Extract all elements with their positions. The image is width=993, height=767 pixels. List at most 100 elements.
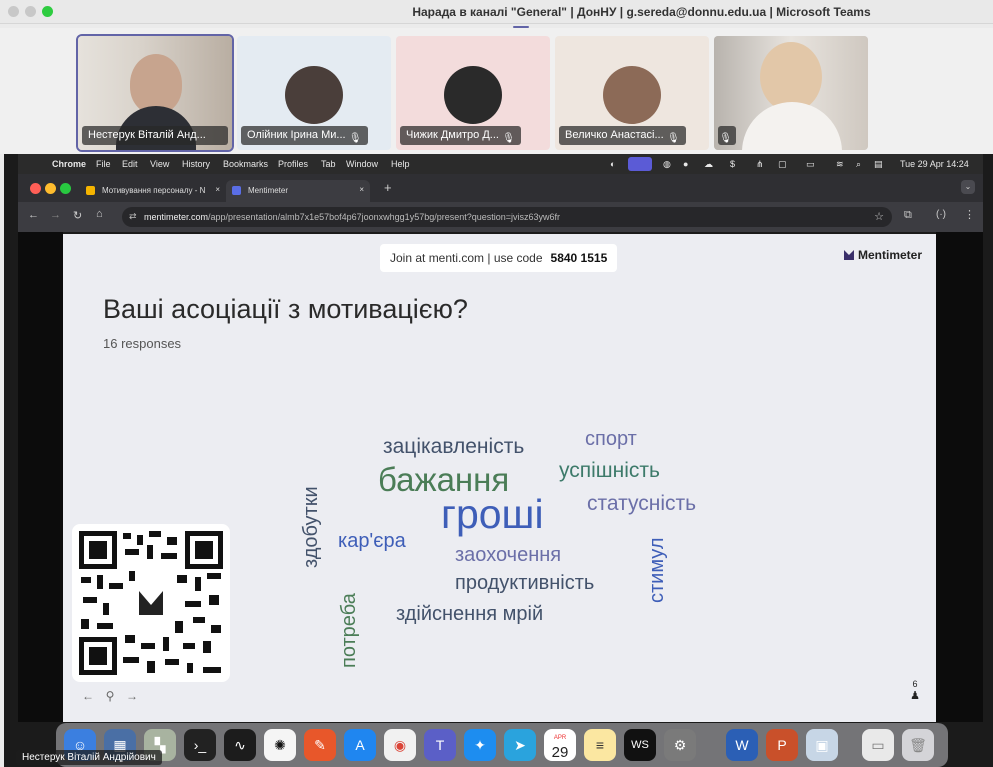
preview-icon[interactable]: ▣ <box>806 729 838 761</box>
site-settings-icon[interactable]: ⇄ <box>129 211 137 222</box>
menu-help[interactable]: Help <box>391 159 410 169</box>
participant-name: 🎙 <box>718 126 736 145</box>
hint-icon[interactable]: ⚲ <box>99 689 121 703</box>
slide-navigation: ← ⚲ → <box>77 689 143 703</box>
browser-minimize-button[interactable] <box>45 183 56 194</box>
pen-app-icon[interactable]: ✎ <box>304 729 336 761</box>
mac-dock: ☺ ▦ ▚ ›_ ∿ ✺ ✎ A ◉ T ✦ ➤ APR 29 ≡ WS ⚙ W… <box>56 723 948 767</box>
terminal-icon[interactable]: ›_ <box>184 729 216 761</box>
participant-face <box>130 54 182 114</box>
reload-icon[interactable]: ↻ <box>73 209 82 222</box>
mentimeter-logo: Mentimeter <box>843 248 922 262</box>
participant-tile[interactable]: Нестерук Віталій Анд... <box>76 34 234 152</box>
mic-muted-icon: 🎙 <box>502 133 515 144</box>
question-title: Ваші асоціації з мотивацією? <box>103 294 468 324</box>
participant-tile[interactable]: Чижик Дмитро Д... 🎙 <box>396 36 550 150</box>
menu-edit[interactable]: Edit <box>122 159 138 169</box>
tab-mentimeter[interactable]: Mentimeter × <box>226 180 370 202</box>
teams-icon[interactable]: T <box>424 729 456 761</box>
mentimeter-favicon-icon <box>232 186 241 195</box>
extensions-icon[interactable]: ⧉ <box>904 209 912 222</box>
word-zatsikavlenist: зацікавленість <box>383 435 525 458</box>
menu-history[interactable]: History <box>182 159 210 169</box>
back-icon[interactable]: ← <box>28 209 39 221</box>
menu-tab[interactable]: Tab <box>321 159 336 169</box>
presenter-name: Нестерук Віталій Андрійович <box>16 750 162 765</box>
address-bar[interactable]: ⇄ mentimeter.com/app/presentation/almb7x… <box>122 207 892 227</box>
status-icon[interactable]: ● <box>683 159 688 169</box>
join-text: Join at menti.com | use code <box>390 251 543 265</box>
tab-label: Mentimeter <box>248 186 289 195</box>
previous-slide-icon[interactable]: ← <box>77 689 99 703</box>
menu-profiles[interactable]: Profiles <box>278 159 308 169</box>
control-center-icon[interactable]: ▤ <box>874 159 883 170</box>
mic-muted-icon: 🎙 <box>666 133 680 144</box>
menu-bookmarks[interactable]: Bookmarks <box>223 159 268 169</box>
more-menu-icon[interactable]: ⋮ <box>964 208 975 221</box>
home-icon[interactable]: ⌂ <box>96 208 103 220</box>
search-icon[interactable]: ⌕ <box>856 159 861 170</box>
menu-chrome[interactable]: Chrome <box>52 159 86 169</box>
status-icon[interactable]: ◐ <box>610 159 615 169</box>
telegram-icon[interactable]: ➤ <box>504 729 536 761</box>
status-icon[interactable]: ⋔ <box>756 159 764 170</box>
notes-icon[interactable]: ≡ <box>584 729 616 761</box>
word-produktyvnist: продуктивність <box>455 572 595 594</box>
new-tab-icon[interactable]: + <box>384 180 392 195</box>
chrome-icon[interactable]: ◉ <box>384 729 416 761</box>
word-kariera: кар'єра <box>338 530 406 552</box>
activity-monitor-icon[interactable]: ∿ <box>224 729 256 761</box>
calendar-day: 29 <box>551 744 569 761</box>
status-icon[interactable]: ◍ <box>663 159 671 170</box>
window-titlebar: Нарада в каналі "General" | ДонНУ | g.se… <box>0 0 993 24</box>
powerpoint-icon[interactable]: P <box>766 729 798 761</box>
word-icon[interactable]: W <box>726 729 758 761</box>
menubar-clock[interactable]: Tue 29 Apr 14:24 <box>900 159 969 169</box>
word-potreba: потреба <box>338 593 360 668</box>
status-icon[interactable]: $ <box>730 159 735 169</box>
webstorm-icon[interactable]: WS <box>624 729 656 761</box>
join-qr-code[interactable] <box>72 524 230 682</box>
app-store-icon[interactable]: A <box>344 729 376 761</box>
mac-menubar: Chrome File Edit View History Bookmarks … <box>18 154 983 174</box>
media-icon[interactable]: (·) <box>936 209 946 220</box>
tab-google-slides[interactable]: Мотивування персоналу - N × <box>80 180 224 202</box>
participant-tile[interactable]: Величко Анастасі... 🎙 <box>555 36 709 150</box>
word-zaokhochennya: заохочення <box>455 544 562 566</box>
browser-zoom-button[interactable] <box>60 183 71 194</box>
menu-window[interactable]: Window <box>346 159 378 169</box>
participant-name: Чижик Дмитро Д... 🎙 <box>400 126 521 145</box>
avatar <box>444 66 502 124</box>
mentimeter-slide: Join at menti.com | use code 5840 1515 Me… <box>63 234 936 722</box>
participant-counter: 6 ♟ <box>908 679 922 702</box>
wifi-icon[interactable]: ≋ <box>836 159 844 170</box>
close-tab-icon[interactable]: × <box>215 185 220 194</box>
trash-icon[interactable]: 🗑 <box>902 729 934 761</box>
chatgpt-icon[interactable]: ✺ <box>264 729 296 761</box>
calendar-icon[interactable]: APR 29 <box>544 729 576 761</box>
status-icon[interactable]: ▢ <box>778 159 787 170</box>
teams-share-status-icon[interactable] <box>628 157 652 171</box>
bookmark-star-icon[interactable]: ☆ <box>874 210 884 223</box>
close-tab-icon[interactable]: × <box>359 185 364 194</box>
safari-icon[interactable]: ✦ <box>464 729 496 761</box>
join-banner: Join at menti.com | use code 5840 1515 <box>380 244 618 272</box>
participant-tile[interactable]: Олійник Ірина Ми... 🎙 <box>237 36 391 150</box>
menu-file[interactable]: File <box>96 159 111 169</box>
participant-tile[interactable]: 🎙 <box>714 36 868 150</box>
mentimeter-mark-icon <box>843 250 854 260</box>
tab-search-icon[interactable]: ⌄ <box>961 180 975 194</box>
menu-view[interactable]: View <box>150 159 169 169</box>
responses-count: 16 responses <box>103 336 182 351</box>
battery-icon[interactable]: ▭ <box>806 159 815 170</box>
cloud-icon[interactable]: ☁ <box>704 159 713 170</box>
url-host: mentimeter.com <box>144 212 209 222</box>
brand-name: Mentimeter <box>857 248 922 262</box>
participants-strip: Нестерук Віталій Анд... Олійник Ірина Ми… <box>0 28 993 154</box>
browser-close-button[interactable] <box>30 183 41 194</box>
next-slide-icon[interactable]: → <box>121 689 143 703</box>
downloads-icon[interactable]: ▭ <box>862 729 894 761</box>
participant-name: Олійник Ірина Ми... 🎙 <box>241 126 368 145</box>
forward-icon[interactable]: → <box>50 209 61 221</box>
system-settings-icon[interactable]: ⚙ <box>664 729 696 761</box>
